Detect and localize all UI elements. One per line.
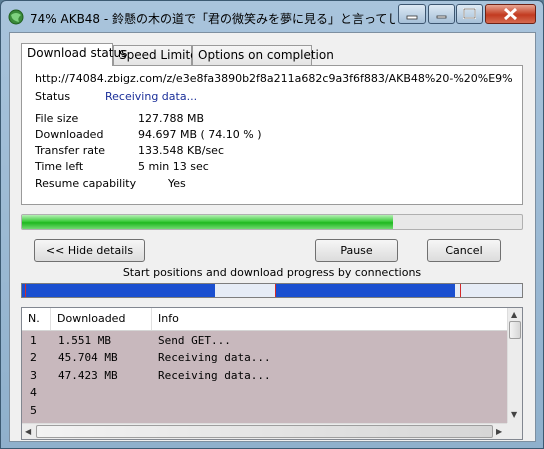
download-window: 74% AKB48 - 鈴懸の木の道で「君の微笑みを夢に見る」と言ってし… Do… (0, 0, 544, 449)
row-number: 4 (30, 386, 37, 399)
vertical-scrollbar[interactable]: ▲ ▼ (507, 308, 522, 423)
status-label: Status (35, 90, 71, 103)
time-left-value: 5 min 13 sec (138, 160, 209, 173)
horizontal-scrollbar[interactable]: ◀ ▶ (22, 423, 507, 439)
connections-label: Start positions and download progress by… (122, 266, 422, 279)
row-number: 3 (30, 369, 37, 382)
tab-download-status[interactable]: Download status (21, 43, 127, 66)
minimize-alt-button[interactable] (428, 4, 455, 24)
column-header-downloaded[interactable]: Downloaded (51, 308, 152, 330)
connection-start-marker (24, 284, 26, 297)
row-info: Receiving data... (158, 369, 271, 382)
maximize-button[interactable] (456, 4, 483, 24)
row-downloaded: 47.423 MB (58, 369, 118, 382)
scroll-right-arrow-icon[interactable]: ▶ (496, 427, 502, 437)
download-url: http://74084.zbigz.com/z/e3e8fa3890b2f8a… (35, 72, 513, 85)
status-value: Receiving data... (105, 90, 198, 103)
row-number: 1 (30, 334, 37, 347)
minimize-button[interactable] (398, 4, 426, 24)
title-bar[interactable]: 74% AKB48 - 鈴懸の木の道で「君の微笑みを夢に見る」と言ってし… (1, 1, 543, 33)
download-progress-bar (21, 214, 523, 230)
transfer-rate-label: Transfer rate (35, 144, 106, 157)
connection-1-downloaded-segment (22, 284, 215, 297)
connections-table: N. Downloaded Info 1 1.551 MB Send GET..… (21, 307, 523, 440)
table-row[interactable]: 3 47.423 MB Receiving data... (22, 367, 507, 384)
row-number: 2 (30, 351, 37, 364)
horizontal-scroll-thumb[interactable] (36, 425, 493, 438)
download-status-panel: http://74084.zbigz.com/z/e3e8fa3890b2f8a… (21, 65, 523, 205)
row-info: Send GET... (158, 334, 231, 347)
resume-capability-value: Yes (168, 177, 186, 190)
pause-button[interactable]: Pause (315, 239, 398, 262)
column-header-info[interactable]: Info (152, 308, 507, 330)
file-size-value: 127.788 MB (138, 112, 205, 125)
tab-options-on-completion[interactable]: Options on completion (192, 45, 334, 65)
table-row[interactable]: 5 (22, 402, 507, 419)
table-row[interactable]: 1 1.551 MB Send GET... (22, 332, 507, 349)
window-title: 74% AKB48 - 鈴懸の木の道で「君の微笑みを夢に見る」と言ってし… (30, 12, 395, 26)
connection-start-marker (459, 284, 461, 297)
vertical-scroll-thumb[interactable] (509, 321, 521, 339)
idm-globe-icon (8, 9, 24, 25)
connections-progress-bar (21, 283, 523, 298)
cancel-button[interactable]: Cancel (427, 239, 501, 262)
scrollbar-corner (507, 423, 522, 439)
close-button[interactable] (485, 4, 536, 24)
table-row[interactable]: 2 45.704 MB Receiving data... (22, 349, 507, 366)
scroll-left-arrow-icon[interactable]: ◀ (25, 427, 31, 437)
connection-2-downloaded-segment (274, 284, 455, 297)
resume-capability-label: Resume capability (35, 177, 137, 190)
scroll-down-arrow-icon[interactable]: ▼ (511, 410, 517, 420)
scroll-up-arrow-icon[interactable]: ▲ (511, 310, 517, 320)
maximize-icon (463, 8, 476, 19)
file-size-label: File size (35, 112, 79, 125)
row-info: Receiving data... (158, 351, 271, 364)
row-number: 5 (30, 404, 37, 417)
downloaded-value: 94.697 MB ( 74.10 % ) (138, 128, 262, 141)
downloaded-label: Downloaded (35, 128, 104, 141)
dialog-body: Download status Speed Limiter Options on… (9, 32, 536, 442)
download-progress-fill (22, 215, 393, 229)
minimize-icon (406, 15, 418, 20)
minimize-icon (436, 15, 447, 19)
row-downloaded: 45.704 MB (58, 351, 118, 364)
time-left-label: Time left (35, 160, 84, 173)
close-icon (503, 7, 518, 21)
column-header-number[interactable]: N. (22, 308, 51, 330)
row-downloaded: 1.551 MB (58, 334, 111, 347)
table-header: N. Downloaded Info (22, 308, 507, 331)
transfer-rate-value: 133.548 KB/sec (138, 144, 224, 157)
hide-details-button[interactable]: << Hide details (34, 239, 145, 262)
connection-start-marker (274, 284, 276, 297)
table-row[interactable]: 4 (22, 384, 507, 401)
